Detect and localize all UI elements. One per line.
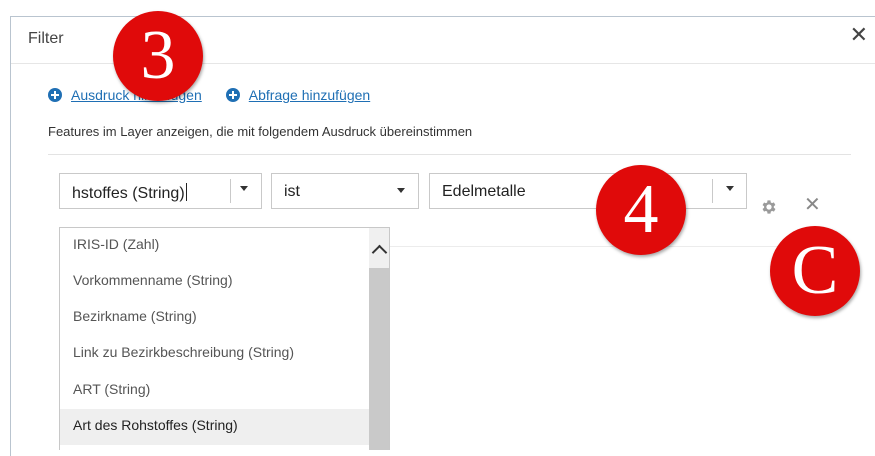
field-select[interactable]: hstoffes (String) xyxy=(59,173,262,209)
chevron-down-icon[interactable] xyxy=(397,188,405,193)
dialog-title: Filter xyxy=(28,30,64,47)
chevron-down-icon[interactable] xyxy=(240,186,248,191)
text-cursor xyxy=(185,183,187,201)
value-select[interactable]: Edelmetalle xyxy=(429,173,747,209)
filter-actions: Ausdruck hinzufügen Abfrage hinzufügen xyxy=(48,87,394,103)
annotation-badge-4: 4 xyxy=(596,165,686,255)
plus-circle-icon xyxy=(225,88,240,102)
select-divider xyxy=(230,179,231,203)
add-query-link[interactable]: Abfrage hinzufügen xyxy=(249,87,370,103)
dropdown-option[interactable]: Bezirkname (String) xyxy=(60,300,369,336)
annotation-badge-3: 3 xyxy=(113,11,203,101)
field-dropdown-list[interactable]: IRIS-ID (Zahl) Vorkommenname (String) Be… xyxy=(59,227,390,450)
add-query-action[interactable]: Abfrage hinzufügen xyxy=(225,87,370,103)
dropdown-option[interactable]: Vorkommenname (String) xyxy=(60,264,369,300)
close-icon[interactable]: ✕ xyxy=(850,24,868,46)
scrollbar[interactable] xyxy=(369,228,389,450)
operator-select-value: ist xyxy=(284,183,300,200)
chevron-down-icon[interactable] xyxy=(726,186,734,191)
value-select-value: Edelmetalle xyxy=(442,183,526,200)
operator-select[interactable]: ist xyxy=(271,173,419,209)
dropdown-option[interactable]: ART (String) xyxy=(60,373,369,409)
divider xyxy=(48,154,851,155)
delete-expression-icon[interactable]: ✕ xyxy=(804,195,821,215)
dropdown-option[interactable]: Link zu Bezirkbeschreibung (String) xyxy=(60,336,369,372)
filter-description: Features im Layer anzeigen, die mit folg… xyxy=(48,124,473,139)
field-select-value[interactable]: hstoffes (String) xyxy=(72,183,187,203)
plus-circle-icon xyxy=(48,88,62,102)
gear-icon[interactable] xyxy=(760,198,778,216)
dropdown-option-selected[interactable]: Art des Rohstoffes (String) xyxy=(60,409,369,445)
annotation-badge-c: C xyxy=(770,226,860,316)
scrollbar-thumb[interactable] xyxy=(369,268,389,450)
chevron-up-icon[interactable] xyxy=(371,244,388,261)
dropdown-option[interactable]: IRIS-ID (Zahl) xyxy=(60,228,369,264)
select-divider xyxy=(712,179,713,203)
